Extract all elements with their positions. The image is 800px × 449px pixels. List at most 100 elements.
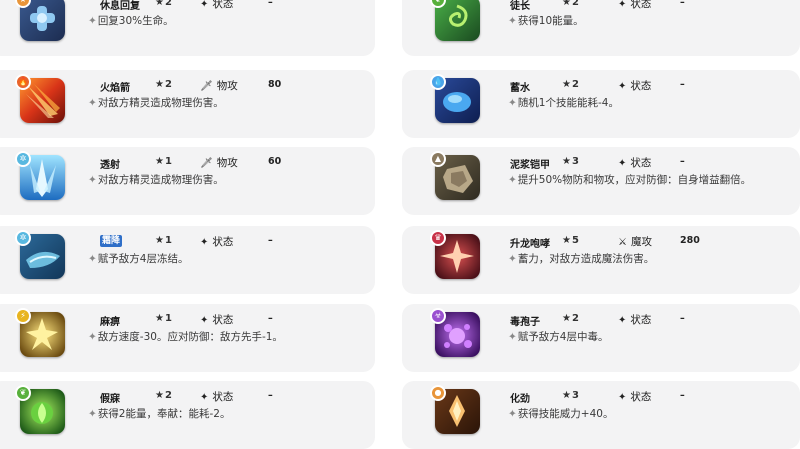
star-icon: ★ (155, 235, 164, 246)
skill-cost: ★2 (155, 0, 172, 8)
status-icon: ✦ (618, 315, 627, 326)
normal-element-icon: ● (430, 385, 446, 401)
skill-description: ✦对敌方精灵造成物理伤害。 (88, 97, 224, 109)
skill-description: ✦回复30%生命。 (88, 15, 174, 27)
skill-description: ✦随机1个技能能耗-4。 (508, 97, 619, 109)
skill-power: – (680, 390, 685, 401)
magic-attack-icon: ⚔ (618, 237, 627, 248)
skill-category: ⚔ 魔攻 (618, 236, 652, 248)
skill-card-mud-armor[interactable]: ▲ 泥浆铠甲 ★3 ✦ 状态 – ✦提升50%物防和物攻，应对防御：自身增益翻倍。 (402, 147, 800, 215)
star-icon: ★ (155, 156, 164, 167)
star-icon: ★ (155, 390, 164, 401)
skill-category: ✦ 状态 (200, 236, 234, 248)
skill-name: 火焰箭 (100, 83, 130, 94)
skill-category: ✦ 状态 (200, 391, 234, 403)
grass-element-icon: ❦ (15, 385, 31, 401)
star-icon: ★ (562, 156, 571, 167)
skill-power: – (680, 156, 685, 167)
skill-name: 升龙咆哮 (510, 239, 550, 250)
skill-card-fire-arrow[interactable]: 🔥 火焰箭 ★2 🗡 物攻 80 ✦对敌方精灵造成物理伤害。 (0, 70, 375, 138)
skill-description: ✦对敌方精灵造成物理伤害。 (88, 174, 224, 186)
skill-card-rest-heal[interactable]: ★ 休息回复 ★2 ✦状态 – ✦回复30%生命。 (0, 0, 375, 56)
skill-card-frost[interactable]: ✲ 霜降 ★1 ✦ 状态 – ✦赋予敌方4层冻结。 (0, 226, 375, 294)
skill-cost: ★1 (155, 156, 172, 167)
skill-cost: ★2 (155, 79, 172, 90)
star-icon: ★ (562, 235, 571, 246)
star-icon: ★ (562, 390, 571, 401)
skill-cost: ★3 (562, 156, 579, 167)
skill-power: – (680, 0, 685, 8)
skill-card-redirect-force[interactable]: ● 化劲 ★3 ✦ 状态 – ✦获得技能威力+40。 (402, 381, 800, 449)
status-icon: ✦ (200, 237, 209, 248)
skill-card-overgrowth[interactable]: ❦ 徒长 ★2 ✦状态 – ✦获得10能量。 (402, 0, 800, 56)
skill-name: 毒孢子 (510, 317, 540, 328)
skill-power: 80 (268, 79, 282, 90)
star-icon: ★ (155, 79, 164, 90)
electric-element-icon: ⚡ (15, 308, 31, 324)
star-icon: ★ (155, 0, 164, 8)
skill-description: ✦赋予敌方4层中毒。 (508, 331, 609, 343)
status-icon: ✦ (200, 392, 209, 403)
skill-name: 化劲 (510, 394, 530, 405)
skill-power: 60 (268, 156, 282, 167)
skill-cost: ★1 (155, 235, 172, 246)
skill-power: – (268, 390, 273, 401)
skill-cost: ★2 (562, 0, 579, 8)
skill-name: 休息回复 (100, 1, 140, 12)
skill-description: ✦获得2能量，奉献：能耗-2。 (88, 408, 231, 420)
skill-category: 🗡 物攻 (200, 157, 238, 169)
status-icon: ✦ (618, 0, 627, 10)
skill-category: ✦ 状态 (618, 314, 652, 326)
status-icon: ✦ (200, 0, 209, 10)
skill-card-pierce[interactable]: ✲ 透射 ★1 🗡 物攻 60 ✦对敌方精灵造成物理伤害。 (0, 147, 375, 215)
fire-element-icon: 🔥 (15, 74, 31, 90)
skill-name: 蓄水 (510, 83, 530, 94)
skill-category: 🗡 物攻 (200, 80, 238, 92)
skill-description: ✦获得技能威力+40。 (508, 408, 614, 420)
skill-name: 麻痹 (100, 317, 120, 328)
skill-category: ✦ 状态 (200, 314, 234, 326)
earth-element-icon: ▲ (430, 151, 446, 167)
poison-element-icon: ☣ (430, 308, 446, 324)
skill-cost: ★3 (562, 390, 579, 401)
skill-cost: ★5 (562, 235, 579, 246)
skill-description: ✦提升50%物防和物攻，应对防御：自身增益翻倍。 (508, 174, 752, 186)
skill-description: ✦蓄力，对敌方造成魔法伤害。 (508, 253, 655, 265)
skill-description: ✦赋予敌方4层冻结。 (88, 253, 189, 265)
skill-power: – (680, 79, 685, 90)
skill-card-store-water[interactable]: 💧 蓄水 ★2 ✦ 状态 – ✦随机1个技能能耗-4。 (402, 70, 800, 138)
skill-description: ✦获得10能量。 (508, 15, 584, 27)
skill-card-paralyze[interactable]: ⚡ 麻痹 ★1 ✦ 状态 – ✦敌方速度-30。应对防御：敌方先手-1。 (0, 304, 375, 372)
star-icon: ★ (562, 313, 571, 324)
status-icon: ✦ (618, 158, 627, 169)
skill-cost: ★2 (155, 390, 172, 401)
skill-name: 假寐 (100, 394, 120, 405)
status-icon: ✦ (200, 315, 209, 326)
skill-category: ✦ 状态 (618, 80, 652, 92)
skill-power: 280 (680, 235, 700, 246)
skill-card-poison-spore[interactable]: ☣ 毒孢子 ★2 ✦ 状态 – ✦赋予敌方4层中毒。 (402, 304, 800, 372)
star-icon: ★ (155, 313, 164, 324)
skill-cost: ★2 (562, 313, 579, 324)
skill-description: ✦敌方速度-30。应对防御：敌方先手-1。 (88, 331, 283, 343)
physical-attack-icon: 🗡 (200, 158, 213, 169)
skill-card-dragon-roar[interactable]: ♛ 升龙咆哮 ★5 ⚔ 魔攻 280 ✦蓄力，对敌方造成魔法伤害。 (402, 226, 800, 294)
ice-element-icon: ✲ (15, 230, 31, 246)
skill-power: – (268, 0, 273, 8)
skill-name: 徒长 (510, 1, 530, 12)
dragon-element-icon: ♛ (430, 230, 446, 246)
skill-power: – (268, 313, 273, 324)
skill-name: 透射 (100, 160, 120, 171)
skill-cost: ★2 (562, 79, 579, 90)
star-icon: ★ (562, 0, 571, 8)
skill-card-doze[interactable]: ❦ 假寐 ★2 ✦ 状态 – ✦获得2能量，奉献：能耗-2。 (0, 381, 375, 449)
status-icon: ✦ (618, 81, 627, 92)
ice-element-icon: ✲ (15, 151, 31, 167)
skill-name: 霜降 (100, 235, 123, 247)
skill-name: 泥浆铠甲 (510, 160, 550, 171)
skill-cost: ★1 (155, 313, 172, 324)
star-icon: ★ (562, 79, 571, 90)
skill-category: ✦ 状态 (618, 157, 652, 169)
skill-power: – (680, 313, 685, 324)
skill-power: – (268, 235, 273, 246)
